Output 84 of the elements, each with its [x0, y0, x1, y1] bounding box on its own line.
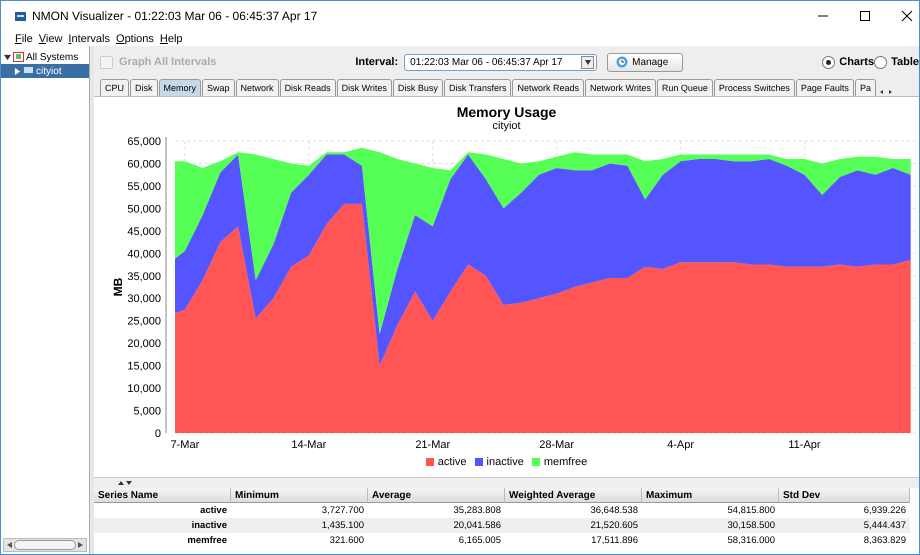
table-cell: 30,158.500 [642, 518, 779, 533]
tab[interactable]: Network Reads [512, 79, 584, 96]
x-tick-label: 14-Mar [290, 439, 326, 451]
y-tick-label: 5,000 [132, 406, 160, 418]
tab[interactable]: Disk Transfers [444, 79, 512, 96]
app-icon [15, 12, 26, 20]
tab-scroll-icon[interactable] [878, 88, 893, 96]
tab[interactable]: Run Queue [656, 79, 713, 96]
x-tick-label: 28-Mar [538, 439, 574, 451]
radio-label: Table [891, 56, 919, 68]
x-tick-label: 11-Apr [788, 439, 820, 451]
tab[interactable]: Disk Busy [392, 79, 443, 96]
maximize-icon[interactable] [859, 10, 871, 22]
tab[interactable]: Network Writes [584, 79, 656, 96]
x-tick-label: 7-Mar [170, 439, 199, 451]
chart-subtitle: cityiot [492, 120, 521, 132]
table-cell: inactive [94, 518, 231, 533]
y-tick-label: 40,000 [126, 248, 160, 260]
radio-dot-icon [826, 60, 832, 64]
table-cell: 21,520.605 [505, 518, 642, 533]
radio-button[interactable] [874, 56, 888, 68]
monitor-icon [23, 66, 34, 76]
column-header[interactable]: Maximum [642, 488, 779, 503]
y-tick-label: 10,000 [126, 383, 160, 396]
tree-item[interactable]: All Systems [1, 50, 89, 64]
y-tick-label: 55,000 [126, 180, 160, 193]
legend-label: active [438, 456, 467, 468]
collapse-arrows-icon[interactable] [118, 480, 132, 486]
clock-icon [616, 56, 628, 68]
y-tick-label: 0 [154, 428, 160, 440]
column-header[interactable]: Weighted Average [505, 488, 642, 503]
menu-item[interactable]: File [15, 32, 33, 44]
interval-label: Interval: [355, 56, 398, 68]
tab[interactable]: Swap [202, 79, 235, 96]
scroll-right-icon[interactable] [78, 542, 83, 548]
interval-dropdown[interactable]: 01:22:03 Mar 06 - 06:45:37 Apr 17 [404, 54, 598, 70]
tab[interactable]: Disk [130, 79, 158, 96]
tree-item[interactable]: cityiot [1, 64, 89, 78]
tab[interactable]: Disk Reads [280, 79, 336, 96]
table-cell: 5,444.437 [779, 518, 910, 533]
chart-title: Memory Usage [456, 104, 556, 120]
menu-item[interactable]: Intervals [68, 32, 110, 44]
dropdown-arrow-icon[interactable] [584, 60, 591, 64]
legend-label: memfree [544, 456, 588, 468]
column-header[interactable]: Average [368, 488, 505, 503]
menu-item[interactable]: Options [116, 32, 154, 44]
scroll-left-icon[interactable] [7, 542, 12, 548]
column-header[interactable]: Series Name [94, 488, 231, 503]
x-tick-label: 21-Mar [414, 439, 450, 451]
tree-label: cityiot [36, 66, 62, 76]
horizontal-scrollbar[interactable] [3, 538, 87, 552]
tab[interactable]: CPU [100, 79, 130, 96]
table-cell: 20,041.586 [368, 518, 505, 533]
manage-button[interactable]: Manage [607, 52, 684, 72]
tab[interactable]: Pa [854, 79, 876, 96]
tab[interactable]: Page Faults [796, 79, 854, 96]
radio-label: Charts [839, 56, 874, 68]
y-axis-label: MB [110, 278, 124, 296]
y-tick-label: 15,000 [126, 360, 160, 373]
column-header[interactable]: Std Dev [779, 488, 910, 503]
window-title: NMON Visualizer - 01:22:03 Mar 06 - 06:45:37 Apr 17 [32, 9, 318, 23]
y-tick-label: 25,000 [126, 316, 160, 328]
menu-item[interactable]: Help [160, 32, 183, 44]
y-tick-label: 60,000 [126, 158, 160, 170]
tab[interactable]: Process Switches [714, 79, 795, 96]
tree-label: All Systems [26, 52, 78, 62]
menu-item[interactable]: View [38, 32, 62, 44]
x-tick-label: 4-Apr [666, 439, 694, 451]
tab[interactable]: Network [236, 79, 279, 96]
y-tick-label: 50,000 [126, 203, 160, 216]
y-tick-label: 35,000 [126, 270, 160, 283]
column-header[interactable]: Minimum [231, 488, 368, 503]
close-icon[interactable] [901, 10, 913, 22]
y-tick-label: 30,000 [126, 293, 160, 306]
folder-icon [13, 52, 24, 62]
y-tick-label: 20,000 [126, 338, 160, 350]
legend-label: inactive [486, 456, 524, 468]
tab[interactable]: Memory [158, 79, 202, 96]
tab[interactable]: Disk Writes [336, 79, 392, 96]
table-cell: 1,435.100 [231, 518, 368, 533]
y-tick-label: 45,000 [126, 226, 160, 238]
radio-button[interactable] [822, 56, 836, 68]
y-tick-label: 65,000 [126, 136, 160, 148]
checkbox-label: Graph All Intervals [119, 56, 216, 68]
